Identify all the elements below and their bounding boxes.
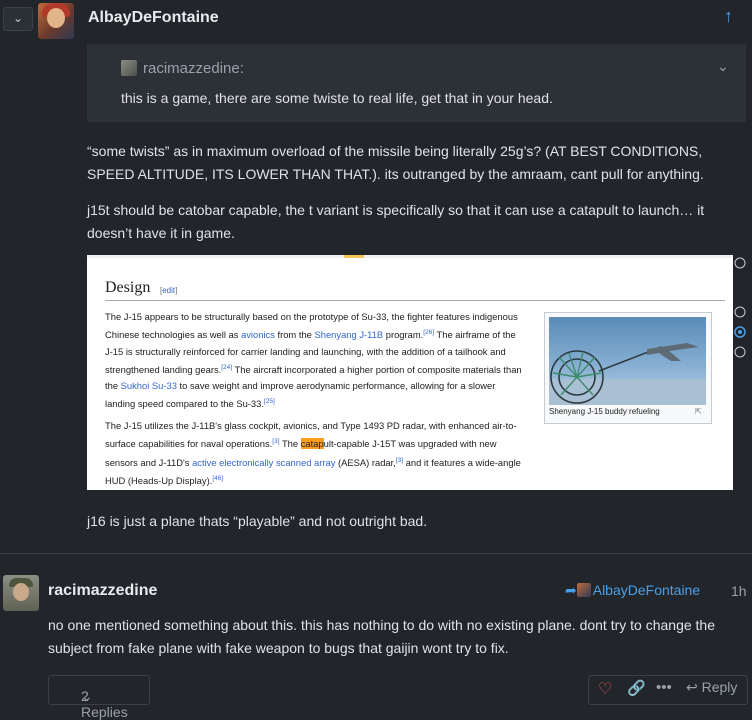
reply-to-link[interactable]: ➦ AlbayDeFontaine: [565, 582, 700, 599]
wiki-heading-rule: [105, 300, 725, 301]
post-divider: [0, 553, 752, 554]
refueling-photo: [549, 317, 706, 405]
ellipsis-icon[interactable]: •••: [656, 679, 672, 696]
quote-username[interactable]: racimazzedine:: [143, 60, 244, 77]
avatar[interactable]: [3, 575, 39, 611]
wiki-figure: Shenyang J-15 buddy refueling ⇱: [544, 312, 712, 424]
wiki-figure-caption: Shenyang J-15 buddy refueling: [549, 407, 660, 416]
post-paragraph: “some twists” as in maximum overload of …: [87, 143, 704, 182]
enlarge-icon: ⇱: [695, 407, 702, 416]
avatar[interactable]: [38, 3, 74, 39]
post-username[interactable]: AlbayDeFontaine: [88, 9, 219, 27]
reply-label: Reply: [701, 679, 738, 695]
chevron-down-icon: ⌄: [81, 688, 93, 704]
quote-block: [87, 44, 746, 122]
arrow-up-icon[interactable]: ↑: [724, 6, 733, 27]
chevron-down-icon: ⌄: [13, 11, 24, 25]
wiki-edit-link: [edit]: [160, 286, 178, 295]
chevron-down-icon[interactable]: ⌄: [717, 58, 729, 75]
wiki-heading: Design: [105, 279, 151, 296]
post-paragraph: j16 is just a plane thats “playable” and…: [87, 513, 428, 529]
reply-to-avatar: [576, 583, 591, 597]
reply-arrow-icon: ↩: [686, 679, 698, 695]
reply-arrow-icon: ➦: [565, 582, 577, 598]
link-icon[interactable]: 🔗: [627, 679, 646, 697]
reply-to-username: AlbayDeFontaine: [592, 582, 701, 598]
post-paragraph: no one mentioned something about this. t…: [48, 617, 716, 656]
collapse-toggle-button[interactable]: ⌄: [3, 7, 33, 31]
quote-text: this is a game, there are some twiste to…: [121, 90, 553, 106]
wiki-top-strip: [87, 255, 746, 258]
wiki-top-highlight: [344, 255, 364, 258]
embedded-wiki-image[interactable]: Design [edit] The J-15 appears to be str…: [87, 255, 746, 490]
reply-button[interactable]: ↩ Reply: [686, 679, 737, 696]
wiki-side-clip: [733, 255, 752, 490]
heart-icon[interactable]: ♡: [598, 679, 612, 699]
quote-avatar: [121, 60, 137, 76]
post-timestamp[interactable]: 1h: [731, 583, 747, 599]
wiki-paragraph-2: The J-15 utilizes the J-11B's glass cock…: [105, 420, 521, 486]
post-paragraph: j15t should be catobar capable, the t va…: [87, 202, 705, 241]
wiki-paragraph-1: The J-15 appears to be structurally base…: [105, 311, 522, 410]
post-username[interactable]: racimazzedine: [48, 582, 157, 600]
